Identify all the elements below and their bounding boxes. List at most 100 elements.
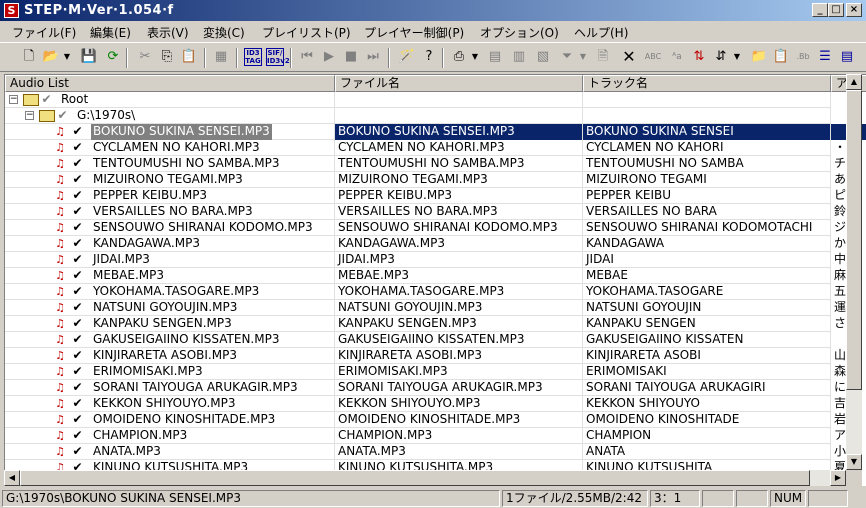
- scroll-right-icon[interactable]: ▶: [830, 470, 846, 486]
- new-folder-icon[interactable]: 📁: [750, 48, 768, 66]
- track-name-cell[interactable]: ANATA: [583, 444, 831, 460]
- track-name-cell[interactable]: VERSAILLES NO BARA: [583, 204, 831, 220]
- stop-icon[interactable]: ■: [342, 48, 360, 66]
- menu-options[interactable]: オプション(O): [480, 24, 559, 41]
- help-icon[interactable]: ?: [420, 48, 438, 66]
- collapse-icon[interactable]: −: [25, 111, 34, 120]
- grid-icon[interactable]: ▦: [212, 48, 230, 66]
- track-name-cell[interactable]: CHAMPION: [583, 428, 831, 444]
- filename-cell[interactable]: TENTOUMUSHI NO SAMBA.MP3: [335, 156, 583, 172]
- track-name-cell[interactable]: YOKOHAMA.TASOGARE: [583, 284, 831, 300]
- filename-cell[interactable]: CHAMPION.MP3: [335, 428, 583, 444]
- table-row[interactable]: ♫ ✔ MIZUIRONO TEGAMI.MP3 MIZUIRONO TEGAMI.M…: [5, 172, 846, 188]
- checkbox-icon[interactable]: ✔: [40, 93, 53, 106]
- menu-file[interactable]: ファイル(F): [12, 24, 76, 41]
- track-name-cell[interactable]: OMOIDENO KINOSHITADE: [583, 412, 831, 428]
- clipboard-icon[interactable]: 📋: [772, 48, 790, 66]
- table-icon[interactable]: ▤: [486, 48, 504, 66]
- track-name-cell[interactable]: KANDAGAWA: [583, 236, 831, 252]
- abc-icon[interactable]: ABC: [644, 48, 662, 66]
- open-folder-icon[interactable]: 📂: [42, 48, 60, 66]
- checkbox-icon[interactable]: ✔: [71, 429, 84, 442]
- table-row[interactable]: ♫ ✔ SORANI TAIYOUGA ARUKAGIR.MP3 SORANI TAI…: [5, 380, 846, 396]
- filename-cell[interactable]: SORANI TAIYOUGA ARUKAGIR.MP3: [335, 380, 583, 396]
- menu-view[interactable]: 表示(V): [147, 24, 189, 41]
- format-icon[interactable]: ⎙: [450, 48, 468, 66]
- format-dropdown-icon[interactable]: ▼: [470, 48, 480, 66]
- table-row[interactable]: ♫ ✔ VERSAILLES NO BARA.MP3 VERSAILLES NO BA…: [5, 204, 846, 220]
- filename-cell[interactable]: YOKOHAMA.TASOGARE.MP3: [335, 284, 583, 300]
- table-row[interactable]: ♫ ✔ MEBAE.MP3 MEBAE.MP3 MEBAE 麻: [5, 268, 846, 284]
- table-row[interactable]: ♫ ✔ TENTOUMUSHI NO SAMBA.MP3 TENTOUMUSHI NO…: [5, 156, 846, 172]
- vertical-scroll-thumb[interactable]: [846, 90, 862, 390]
- case-convert-icon[interactable]: ᴬa: [668, 48, 686, 66]
- scroll-left-icon[interactable]: ◀: [4, 470, 20, 486]
- tree-folder-row[interactable]: − ✔ G:\1970s\: [5, 108, 831, 124]
- checkbox-icon[interactable]: ✔: [71, 445, 84, 458]
- checkbox-icon[interactable]: ✔: [71, 237, 84, 250]
- scroll-down-icon[interactable]: ▼: [846, 454, 862, 470]
- track-name-cell[interactable]: JIDAI: [583, 252, 831, 268]
- filename-cell[interactable]: ANATA.MP3: [335, 444, 583, 460]
- checkbox-icon[interactable]: ✔: [71, 317, 84, 330]
- horizontal-scrollbar[interactable]: ◀ ▶: [4, 470, 846, 486]
- checkbox-icon[interactable]: ✔: [71, 205, 84, 218]
- track-name-cell[interactable]: GAKUSEIGAIINO KISSATEN: [583, 332, 831, 348]
- filename-cell[interactable]: MIZUIRONO TEGAMI.MP3: [335, 172, 583, 188]
- open-dropdown-icon[interactable]: ▼: [62, 48, 72, 66]
- checkbox-icon[interactable]: ✔: [71, 221, 84, 234]
- track-name-cell[interactable]: CYCLAMEN NO KAHORI: [583, 140, 831, 156]
- paste-icon[interactable]: 📋: [180, 48, 198, 66]
- column-header-track-name[interactable]: トラック名: [583, 75, 831, 92]
- table-row[interactable]: ♫ ✔ GAKUSEIGAIINO KISSATEN.MP3 GAKUSEIGAIIN…: [5, 332, 831, 348]
- previous-track-icon[interactable]: ⏮: [298, 48, 316, 66]
- checkbox-icon[interactable]: ✔: [71, 413, 84, 426]
- sif-id3v2-icon[interactable]: SIF/ ID3v2: [266, 48, 290, 66]
- magic-wand-icon[interactable]: 🪄: [398, 48, 416, 66]
- filename-cell[interactable]: CYCLAMEN NO KAHORI.MP3: [335, 140, 583, 156]
- filename-cell[interactable]: PEPPER KEIBU.MP3: [335, 188, 583, 204]
- id3-tag-icon[interactable]: ID3 TAG: [244, 48, 262, 66]
- checkbox-icon[interactable]: ✔: [71, 397, 84, 410]
- track-name-cell[interactable]: NATSUNI GOYOUJIN: [583, 300, 831, 316]
- track-name-cell[interactable]: MEBAE: [583, 268, 831, 284]
- app-icon[interactable]: S: [4, 3, 19, 18]
- table-row[interactable]: ♫ ✔ OMOIDENO KINOSHITADE.MP3 OMOIDENO KINOS…: [5, 412, 846, 428]
- table-row[interactable]: ♫ ✔ BOKUNO SUKINA SENSEI.MP3 BOKUNO SUKINA …: [5, 124, 866, 140]
- filename-cell[interactable]: GAKUSEIGAIINO KISSATEN.MP3: [335, 332, 583, 348]
- checkbox-icon[interactable]: ✔: [71, 189, 84, 202]
- checkbox-icon[interactable]: ✔: [71, 333, 84, 346]
- filename-cell[interactable]: BOKUNO SUKINA SENSEI.MP3: [335, 124, 583, 140]
- filename-cell[interactable]: OMOIDENO KINOSHITADE.MP3: [335, 412, 583, 428]
- filter-icon[interactable]: ⏷: [558, 48, 576, 66]
- collapse-icon[interactable]: −: [9, 95, 18, 104]
- track-name-cell[interactable]: ERIMOMISAKI: [583, 364, 831, 380]
- table-row[interactable]: ♫ ✔ CYCLAMEN NO KAHORI.MP3 CYCLAMEN NO KAHO…: [5, 140, 846, 156]
- tree-root-row[interactable]: − ✔ Root: [5, 92, 831, 108]
- table-row[interactable]: ♫ ✔ KANDAGAWA.MP3 KANDAGAWA.MP3 KANDAGAWA か: [5, 236, 846, 252]
- checkbox-icon[interactable]: ✔: [71, 141, 84, 154]
- checkbox-icon[interactable]: ✔: [71, 285, 84, 298]
- document-icon[interactable]: 🗎: [594, 48, 612, 66]
- cut-icon[interactable]: ✂: [136, 48, 154, 66]
- table-row[interactable]: ♫ ✔ KEKKON SHIYOUYO.MP3 KEKKON SHIYOUYO.MP3…: [5, 396, 846, 412]
- table-row[interactable]: ♫ ✔ YOKOHAMA.TASOGARE.MP3 YOKOHAMA.TASOGARE…: [5, 284, 846, 300]
- table-row[interactable]: ♫ ✔ KINJIRARETA ASOBI.MP3 KINJIRARETA ASOBI…: [5, 348, 846, 364]
- menu-convert[interactable]: 変換(C): [203, 24, 245, 41]
- table-row[interactable]: ♫ ✔ NATSUNI GOYOUJIN.MP3 NATSUNI GOYOUJIN.M…: [5, 300, 846, 316]
- filename-cell[interactable]: KANDAGAWA.MP3: [335, 236, 583, 252]
- menu-edit[interactable]: 編集(E): [90, 24, 131, 41]
- checkbox-icon[interactable]: ✔: [71, 125, 84, 138]
- checkbox-icon[interactable]: ✔: [56, 109, 69, 122]
- checkbox-icon[interactable]: ✔: [71, 301, 84, 314]
- maximize-button[interactable]: □: [828, 3, 844, 17]
- menu-player-control[interactable]: プレイヤー制御(P): [364, 24, 464, 41]
- filename-cell[interactable]: KEKKON SHIYOUYO.MP3: [335, 396, 583, 412]
- scroll-up-icon[interactable]: ▲: [846, 74, 862, 90]
- save-icon[interactable]: 💾: [80, 48, 98, 66]
- menu-playlist[interactable]: プレイリスト(P): [262, 24, 351, 41]
- copy-icon[interactable]: ⎘: [158, 48, 176, 66]
- table-row[interactable]: ♫ ✔ SENSOUWO SHIRANAI KODOMO.MP3 SENSOUWO S…: [5, 220, 846, 236]
- close-button[interactable]: ×: [846, 3, 862, 17]
- track-name-cell[interactable]: PEPPER KEIBU: [583, 188, 831, 204]
